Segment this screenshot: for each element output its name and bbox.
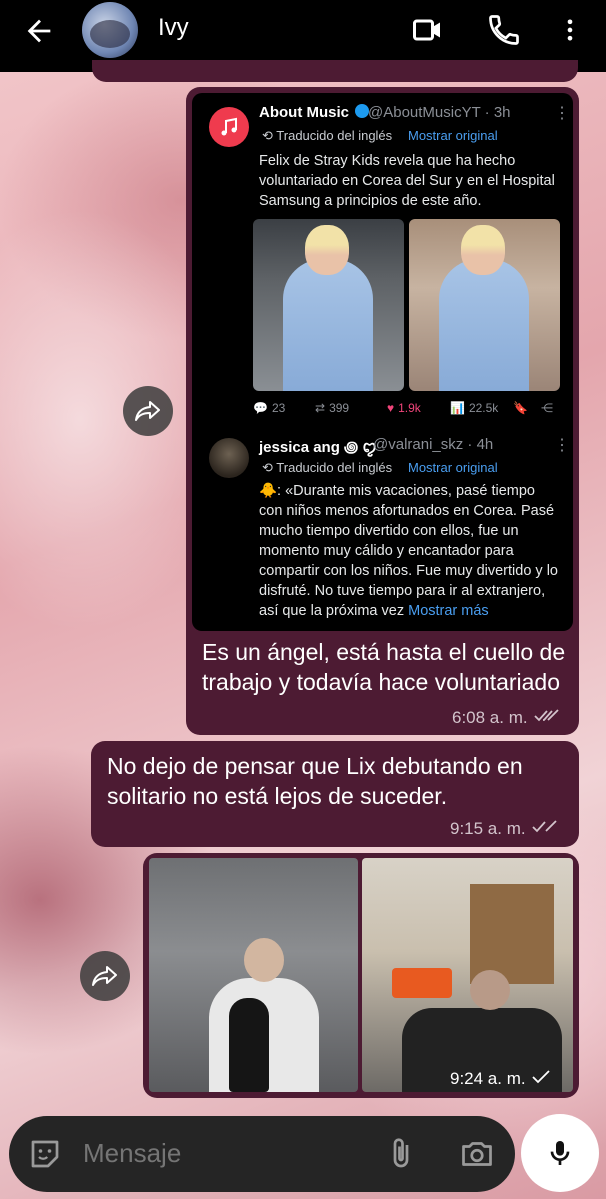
music-note-icon bbox=[209, 107, 249, 147]
tweet-body: 🐥: «Durante mis vacaciones, pasé tiempo … bbox=[259, 483, 558, 619]
tweet-handle: @valrani_skz · 4h bbox=[373, 436, 494, 453]
more-vert-icon[interactable] bbox=[556, 12, 584, 48]
message-time: 9:24 a. m. bbox=[450, 1069, 550, 1089]
message-text: Es un ángel, está hasta el cuello de tra… bbox=[202, 639, 566, 695]
tweet-actions: 💬 23 ⇄ 399 ♥ 1.9k 📊 22.5k 🔖 ⋲ bbox=[253, 401, 563, 421]
message-bubble[interactable]: No dejo de pensar que Lix debutando en s… bbox=[91, 741, 579, 847]
tweet-author-name: About Music bbox=[259, 104, 370, 121]
translate-icon: ⟲ bbox=[262, 128, 273, 143]
tweet-more-icon: ⋮ bbox=[554, 105, 570, 122]
forward-icon[interactable] bbox=[123, 386, 173, 436]
bookmark-icon: 🔖 bbox=[513, 401, 528, 415]
show-original-link: Mostrar original bbox=[408, 128, 498, 143]
message-bubble-tweets[interactable]: About Music @AboutMusicYT · 3h ⋮ ⟲ Tradu… bbox=[186, 87, 579, 735]
tweet-author-avatar bbox=[209, 438, 249, 478]
share-icon: ⋲ bbox=[541, 401, 553, 415]
views-icon: 📊 bbox=[450, 401, 465, 415]
message-bubble-photos[interactable]: 9:24 a. m. bbox=[143, 853, 579, 1098]
tweet-handle: @AboutMusicYT · 3h bbox=[368, 104, 511, 121]
shared-photo[interactable] bbox=[362, 858, 573, 1092]
tweet-body: Felix de Stray Kids revela que ha hecho … bbox=[259, 153, 555, 209]
sticker-icon[interactable] bbox=[27, 1136, 63, 1172]
phone-icon[interactable] bbox=[486, 12, 522, 48]
message-time: 6:08 a. m. bbox=[452, 708, 560, 728]
previous-message-edge bbox=[92, 60, 578, 82]
heart-icon: ♥ bbox=[387, 401, 395, 415]
read-receipt-icon bbox=[531, 819, 558, 839]
read-receipt-icon bbox=[533, 708, 560, 728]
message-input-bar bbox=[9, 1116, 515, 1192]
reply-icon: 💬 bbox=[253, 401, 268, 415]
contact-avatar[interactable] bbox=[82, 2, 138, 58]
tweet-more-icon: ⋮ bbox=[554, 437, 570, 454]
views-count: 📊 22.5k bbox=[450, 401, 499, 415]
tweet-photo bbox=[253, 219, 404, 391]
camera-icon[interactable] bbox=[459, 1136, 495, 1172]
retweet-icon: ⇄ bbox=[315, 401, 326, 415]
shared-photo[interactable] bbox=[149, 858, 358, 1092]
message-text: No dejo de pensar que Lix debutando en s… bbox=[107, 753, 523, 809]
message-time: 9:15 a. m. bbox=[450, 819, 558, 839]
reply-count: 💬 23 bbox=[253, 401, 286, 415]
tweet-screenshot: About Music @AboutMusicYT · 3h ⋮ ⟲ Tradu… bbox=[192, 93, 573, 631]
translated-label: ⟲ Traducido del inglés bbox=[262, 128, 393, 143]
show-original-link: Mostrar original bbox=[408, 460, 498, 475]
mic-icon[interactable] bbox=[521, 1114, 599, 1192]
tweet-author-name: jessica ang ꩜ ꨄ bbox=[259, 439, 377, 456]
like-count: ♥ 1.9k bbox=[387, 401, 421, 415]
retweet-count: ⇄ 399 bbox=[315, 401, 350, 415]
tweet-photo bbox=[409, 219, 560, 391]
sent-check-icon bbox=[531, 1069, 550, 1089]
video-camera-icon[interactable] bbox=[410, 12, 446, 48]
show-more-link: Mostrar más bbox=[408, 603, 489, 619]
contact-name[interactable]: Ivy bbox=[158, 14, 189, 42]
forward-icon[interactable] bbox=[80, 951, 130, 1001]
translate-icon: ⟲ bbox=[262, 460, 273, 475]
attach-icon[interactable] bbox=[383, 1136, 419, 1172]
translated-label: ⟲ Traducido del inglés bbox=[262, 460, 393, 475]
message-input[interactable] bbox=[83, 1138, 363, 1169]
back-arrow-icon[interactable] bbox=[22, 14, 56, 48]
